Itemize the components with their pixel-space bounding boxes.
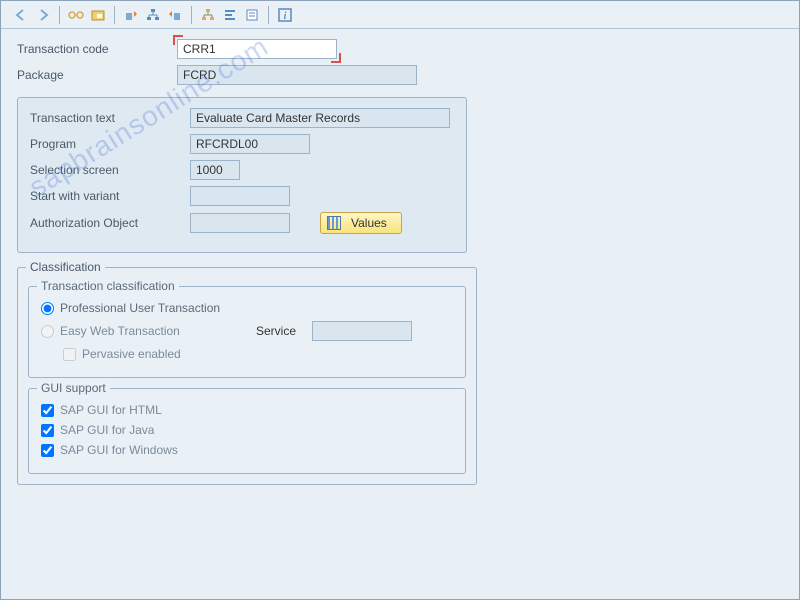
ttext-label: Transaction text xyxy=(30,111,190,125)
values-icon xyxy=(327,216,341,230)
check-pervasive-label: Pervasive enabled xyxy=(82,347,181,361)
classification-group: Classification Transaction classificatio… xyxy=(17,267,477,485)
trans-class-title: Transaction classification xyxy=(37,279,179,293)
hierarchy-icon[interactable] xyxy=(143,5,163,25)
check-gui-java-label: SAP GUI for Java xyxy=(60,423,154,437)
check-gui-win-label: SAP GUI for Windows xyxy=(60,443,178,457)
forward-icon[interactable] xyxy=(33,5,53,25)
check-gui-win[interactable] xyxy=(41,444,54,457)
check-gui-html[interactable] xyxy=(41,404,54,417)
service-label: Service xyxy=(256,324,296,338)
gui-support-title: GUI support xyxy=(37,381,110,395)
tcode-label: Transaction code xyxy=(17,42,177,56)
radio-easyweb-label: Easy Web Transaction xyxy=(60,324,250,338)
package-input[interactable] xyxy=(177,65,417,85)
trans-class-group: Transaction classification Professional … xyxy=(28,286,466,378)
program-input[interactable] xyxy=(190,134,310,154)
toolbar: i xyxy=(1,1,799,29)
align-left-icon[interactable] xyxy=(220,5,240,25)
variant-input[interactable] xyxy=(190,186,290,206)
detail-group: Transaction text Program Selection scree… xyxy=(17,97,467,253)
authobj-label: Authorization Object xyxy=(30,216,190,230)
info-icon[interactable]: i xyxy=(275,5,295,25)
radio-professional[interactable] xyxy=(41,302,54,315)
template-icon[interactable] xyxy=(242,5,262,25)
gui-support-group: GUI support SAP GUI for HTML SAP GUI for… xyxy=(28,388,466,474)
check-pervasive[interactable] xyxy=(63,348,76,361)
toolbar-divider xyxy=(59,6,60,24)
toolbar-divider xyxy=(268,6,269,24)
svg-text:i: i xyxy=(284,11,287,22)
back-icon[interactable] xyxy=(11,5,31,25)
classification-title: Classification xyxy=(26,260,105,274)
export-icon[interactable] xyxy=(121,5,141,25)
selscreen-input[interactable] xyxy=(190,160,240,180)
service-input[interactable] xyxy=(312,321,412,341)
ttext-input[interactable] xyxy=(190,108,450,128)
program-label: Program xyxy=(30,137,190,151)
folder-tree-icon[interactable] xyxy=(88,5,108,25)
import-icon[interactable] xyxy=(165,5,185,25)
radio-easyweb[interactable] xyxy=(41,325,54,338)
radio-professional-label: Professional User Transaction xyxy=(60,301,220,315)
toolbar-divider xyxy=(114,6,115,24)
check-gui-java[interactable] xyxy=(41,424,54,437)
toolbar-divider xyxy=(191,6,192,24)
variant-label: Start with variant xyxy=(30,189,190,203)
values-button[interactable]: Values xyxy=(320,212,402,234)
glasses-icon[interactable] xyxy=(66,5,86,25)
org-icon[interactable] xyxy=(198,5,218,25)
package-label: Package xyxy=(17,68,177,82)
values-button-label: Values xyxy=(351,216,387,230)
check-gui-html-label: SAP GUI for HTML xyxy=(60,403,162,417)
tcode-input[interactable] xyxy=(177,39,337,59)
selscreen-label: Selection screen xyxy=(30,163,190,177)
authobj-input[interactable] xyxy=(190,213,290,233)
